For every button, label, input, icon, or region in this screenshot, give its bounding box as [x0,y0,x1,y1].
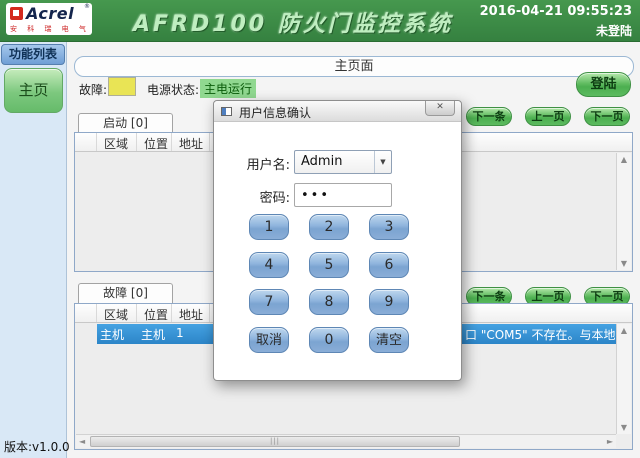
function-list-button[interactable]: 功能列表 [1,44,65,65]
keypad-button-7[interactable]: 7 [249,289,289,315]
power-status-value: 主电运行 [200,79,256,98]
version-label: 版本:v1.0.0 [4,438,70,455]
password-label: 密码: [228,187,290,206]
close-icon[interactable]: ✕ [425,101,455,116]
column-header-address[interactable]: 地址 [172,133,210,151]
tab-start[interactable]: 启动 [0] [78,113,173,133]
user-login-dialog: 用户信息确认 ✕ 用户名: Admin ▼ 密码: ••• 1 2 3 4 5 … [213,100,462,381]
column-header-address[interactable]: 地址 [172,304,210,322]
fault-indicator [108,77,136,96]
keypad-button-0[interactable]: 0 [309,327,349,353]
keypad-button-4[interactable]: 4 [249,252,289,278]
app-window: Acrel ® 安 科 瑞 电 气 AFRD100 防火门监控系统 2016-0… [0,0,640,458]
scroll-left-icon[interactable]: ◄ [79,437,85,446]
fault-vertical-scrollbar[interactable]: ▲ ▼ [616,324,631,434]
acrel-logo-icon [10,7,23,20]
row-selector-column [75,133,97,151]
brand-name: Acrel [26,4,74,23]
scroll-down-icon[interactable]: ▼ [617,423,631,432]
page-title: 主页面 [74,56,634,77]
datetime-display: 2016-04-21 09:55:23 [480,4,632,19]
brand-subtitle: 安 科 瑞 电 气 [10,24,90,34]
cell-area: 主机 [100,326,124,343]
keypad-button-6[interactable]: 6 [369,252,409,278]
app-title: AFRD100 防火门监控系统 [133,6,453,38]
scroll-up-icon[interactable]: ▲ [617,326,631,335]
dialog-title: 用户信息确认 [239,104,311,121]
keypad-button-1[interactable]: 1 [249,214,289,240]
cancel-button[interactable]: 取消 [249,327,289,353]
username-selected-value: Admin [301,154,342,169]
clear-button[interactable]: 清空 [369,327,409,353]
start-vertical-scrollbar[interactable]: ▲ ▼ [616,153,631,270]
column-header-position[interactable]: 位置 [137,133,172,151]
scroll-up-icon[interactable]: ▲ [617,155,631,164]
fault-horizontal-scrollbar[interactable]: ◄ ► ||| [76,434,616,448]
scroll-down-icon[interactable]: ▼ [617,259,631,268]
tab-fault[interactable]: 故障 [0] [78,283,173,303]
keypad-button-8[interactable]: 8 [309,289,349,315]
sidebar-item-home[interactable]: 主页 [4,68,63,113]
scrollbar-thumb[interactable]: ||| [90,436,460,447]
cell-position: 主机 [141,326,165,343]
password-field[interactable]: ••• [294,183,392,207]
column-header-position[interactable]: 位置 [137,304,172,322]
start-next-item-button[interactable]: 下一条 [466,107,512,126]
username-label: 用户名: [228,154,290,173]
chevron-down-icon[interactable]: ▼ [374,151,391,173]
dialog-titlebar[interactable]: 用户信息确认 ✕ [214,101,461,122]
row-selector-column [75,304,97,322]
login-status: 未登陆 [596,22,632,39]
scroll-right-icon[interactable]: ► [607,437,613,446]
login-button[interactable]: 登陆 [576,72,631,97]
header-bar: Acrel ® 安 科 瑞 电 气 AFRD100 防火门监控系统 2016-0… [0,0,640,42]
sidebar: 功能列表 主页 版本:v1.0.0 [0,42,67,458]
registered-mark: ® [84,3,90,10]
dialog-window-icon [221,107,232,116]
power-status-label: 电源状态: [147,81,199,98]
start-prev-page-button[interactable]: 上一页 [525,107,571,126]
column-header-area[interactable]: 区域 [97,304,137,322]
start-next-page-button[interactable]: 下一页 [584,107,630,126]
keypad-button-9[interactable]: 9 [369,289,409,315]
keypad-button-3[interactable]: 3 [369,214,409,240]
username-select[interactable]: Admin ▼ [294,150,392,174]
column-header-area[interactable]: 区域 [97,133,137,151]
cell-address: 1 [176,326,184,340]
cell-fault-message: 口 "COM5" 不存在。与本地二总 [465,326,615,343]
acrel-logo: Acrel ® 安 科 瑞 电 气 [6,3,92,35]
keypad-button-5[interactable]: 5 [309,252,349,278]
keypad-button-2[interactable]: 2 [309,214,349,240]
fault-label: 故障: [79,81,107,98]
